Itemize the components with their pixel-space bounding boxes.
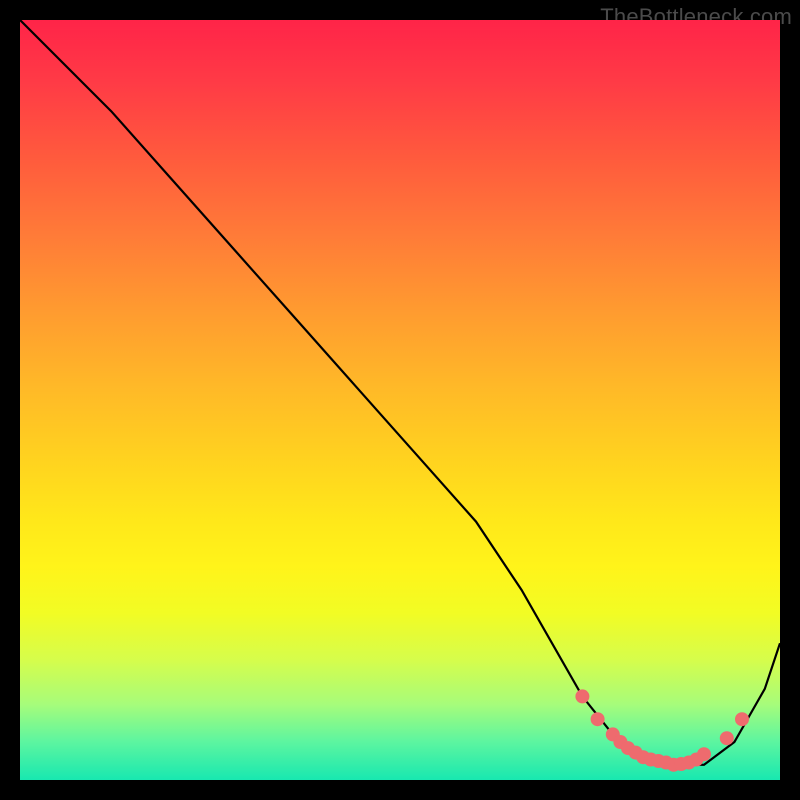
chart-stage: TheBottleneck.com	[0, 0, 800, 800]
curve-line	[20, 20, 780, 765]
marker-dot	[591, 712, 605, 726]
marker-group	[575, 689, 749, 771]
chart-svg	[20, 20, 780, 780]
marker-dot	[720, 731, 734, 745]
marker-dot	[697, 747, 711, 761]
marker-dot	[575, 689, 589, 703]
marker-dot	[735, 712, 749, 726]
plot-area	[20, 20, 780, 780]
